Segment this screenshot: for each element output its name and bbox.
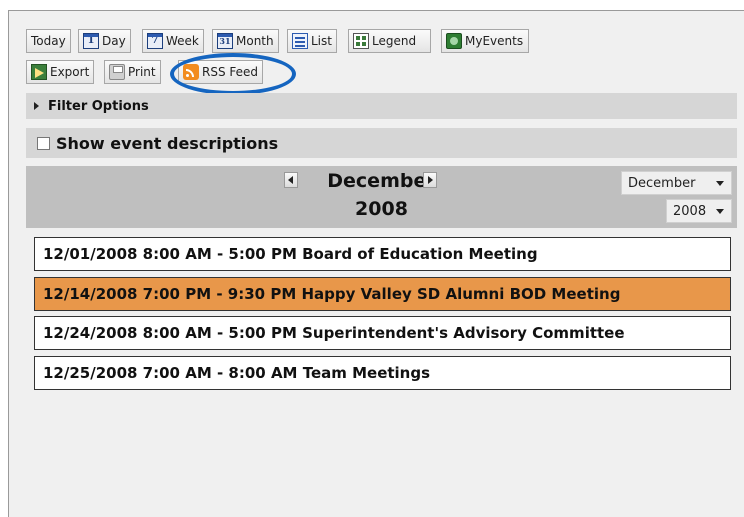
week-label: Week [166,34,199,48]
week-calendar-icon: 7 [147,33,163,49]
year-title: 2008 [355,198,408,220]
filter-options-toggle[interactable]: Filter Options [26,93,737,119]
event-row-highlighted[interactable]: 12/14/2008 7:00 PM - 9:30 PM Happy Valle… [34,277,731,311]
next-month-arrow[interactable] [423,172,437,188]
event-row[interactable]: 12/25/2008 7:00 AM - 8:00 AM Team Meetin… [34,356,731,390]
list-button[interactable]: List [287,29,337,53]
show-descriptions-checkbox[interactable] [37,136,50,150]
export-icon [31,64,47,80]
list-label: List [311,34,332,48]
legend-label: Legend [372,34,417,48]
show-descriptions-row: Show event descriptions [26,128,737,158]
previous-month-arrow[interactable] [284,172,298,188]
month-select[interactable]: December [621,171,732,195]
month-label: Month [236,34,274,48]
today-button[interactable]: Today [26,29,71,53]
day-calendar-icon: 1 [83,33,99,49]
month-navigation: December 2008 December 2008 [26,166,737,228]
print-label: Print [128,65,156,79]
export-button[interactable]: Export [26,60,95,84]
event-text: 12/24/2008 8:00 AM - 5:00 PM Superintend… [43,324,625,342]
rss-feed-button[interactable]: RSS Feed [178,60,264,84]
myevents-button[interactable]: MyEvents [441,29,529,53]
day-label: Day [102,34,126,48]
month-select-value: December [628,175,696,191]
list-icon [292,33,308,49]
rss-feed-label: RSS Feed [202,65,259,79]
print-button[interactable]: Print [104,60,161,84]
export-label: Export [50,65,90,79]
legend-button[interactable]: Legend [348,29,431,53]
top-margin [0,0,744,10]
chevron-down-icon [716,209,724,214]
legend-icon [353,33,369,49]
event-text: 12/01/2008 8:00 AM - 5:00 PM Board of Ed… [43,245,538,263]
week-button[interactable]: 7 Week [142,29,204,53]
year-select[interactable]: 2008 [666,199,732,223]
filter-options-label: Filter Options [48,98,149,114]
event-text: 12/25/2008 7:00 AM - 8:00 AM Team Meetin… [43,364,431,382]
myevents-label: MyEvents [465,34,524,48]
myevents-icon [446,33,462,49]
rss-icon [183,64,199,80]
printer-icon [109,64,125,80]
month-button[interactable]: 31 Month [212,29,279,53]
event-row[interactable]: 12/24/2008 8:00 AM - 5:00 PM Superintend… [34,316,731,350]
show-descriptions-label: Show event descriptions [56,133,279,153]
chevron-down-icon [716,181,724,186]
month-calendar-icon: 31 [217,33,233,49]
month-title-text: December [327,170,436,192]
day-button[interactable]: 1 Day [78,29,131,53]
event-text: 12/14/2008 7:00 PM - 9:30 PM Happy Valle… [43,285,621,303]
event-row[interactable]: 12/01/2008 8:00 AM - 5:00 PM Board of Ed… [34,237,731,271]
expand-triangle-icon [34,102,39,110]
year-select-value: 2008 [673,203,707,219]
today-label: Today [31,34,66,48]
